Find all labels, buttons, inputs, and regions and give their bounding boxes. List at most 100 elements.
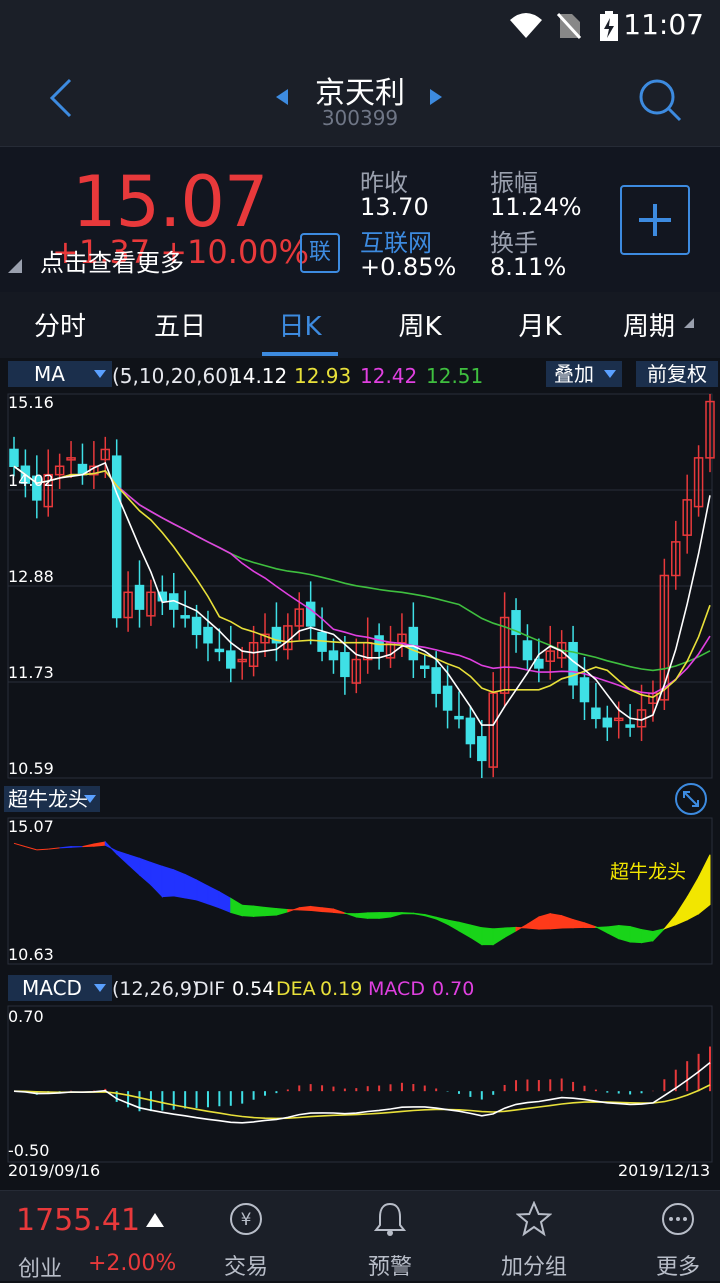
ma10-value: 12.93 [294, 364, 352, 388]
candle [522, 640, 533, 661]
candle [477, 736, 487, 762]
ribbon-segment [264, 906, 277, 917]
ma-select[interactable]: MA [8, 361, 112, 387]
period-tabs: 分时 五日 日K 周K 月K 周期 [0, 292, 720, 359]
dea-value: 0.19 [320, 978, 363, 1000]
stock-header: 京天利 300399 [0, 52, 720, 146]
ribbon-segment [469, 924, 483, 946]
ribbon-segment [652, 927, 666, 942]
ribbon-segment [492, 927, 506, 946]
next-stock-icon[interactable] [428, 88, 444, 106]
active-tab-indicator [262, 352, 338, 356]
nav-add-group-label: 加分组 [500, 1255, 567, 1280]
nav-more[interactable]: 更多 [618, 1201, 720, 1281]
ribbon-segment [435, 916, 449, 925]
macd-params: (12,26,9) [112, 978, 200, 1000]
index-value[interactable]: 1755.41 [16, 1203, 140, 1238]
macd-bottom-label: -0.50 [8, 1141, 49, 1160]
ribbon-segment [698, 854, 711, 915]
macd-select[interactable]: MACD [8, 975, 112, 1001]
ribbon-segment [13, 842, 26, 848]
ribbon-segment [412, 912, 426, 917]
tab-minute[interactable]: 分时 [0, 306, 120, 343]
candle [226, 650, 236, 669]
quote-panel: 15.07 +1.37 +10.00% 点击查看更多 联 昨收 13.70 互联… [0, 146, 720, 293]
nav-trade-label: 交易 [223, 1255, 268, 1280]
add-watchlist-button[interactable] [620, 185, 690, 255]
ribbon-segment [332, 908, 346, 915]
ma5-value: 14.12 [230, 364, 288, 388]
nav-add-group[interactable]: 加分组 [474, 1201, 594, 1281]
more-tip[interactable]: 点击查看更多 [40, 243, 184, 278]
candle [534, 658, 544, 669]
candle [191, 616, 202, 636]
tab-five-day[interactable]: 五日 [120, 306, 240, 343]
ribbon-segment [139, 857, 152, 886]
yen-icon: ¥ [230, 1203, 262, 1235]
tab-day-k[interactable]: 日K [240, 306, 360, 343]
dif-label: DIF [194, 978, 226, 1000]
macd-value: 0.70 [432, 978, 475, 1000]
chevron-down-icon [94, 370, 106, 378]
y-label-4: 11.73 [8, 663, 54, 682]
corner-triangle-icon [8, 259, 22, 273]
svg-text:¥: ¥ [241, 1210, 252, 1230]
related-badge[interactable]: 联 [300, 233, 340, 273]
y-label-top: 15.16 [8, 393, 54, 412]
prev-close-value: 13.70 [360, 193, 429, 221]
kline-chart[interactable]: 15.16 14.02 12.88 11.73 10.59 [0, 392, 720, 782]
bottom-nav: 1755.41 创业 +2.00% ¥ 交易 预警 加分组 更多 [0, 1190, 720, 1282]
signal-indicator-select[interactable]: 超牛龙头 [4, 786, 100, 812]
ribbon-segment [538, 913, 551, 930]
expand-icon[interactable] [674, 782, 708, 816]
signal-top-label: 15.07 [8, 817, 54, 836]
candle [328, 650, 339, 661]
chevron-down-icon [94, 984, 106, 992]
ribbon-segment [390, 912, 403, 918]
ma60-value: 12.51 [426, 364, 484, 388]
ribbon-segment [241, 904, 255, 917]
candle [180, 615, 190, 619]
ribbon-segment [583, 922, 597, 928]
candle [420, 665, 430, 669]
nav-more-label: 更多 [655, 1255, 700, 1280]
ribbon-segment [481, 927, 494, 946]
index-change: +2.00% [88, 1251, 177, 1276]
candle [431, 667, 441, 694]
overlay-select[interactable]: 叠加 [546, 361, 622, 387]
ribbon-segment [549, 913, 563, 930]
ma-select-label: MA [34, 362, 65, 386]
ribbon-segment [458, 921, 471, 939]
search-icon[interactable] [636, 76, 682, 122]
ribbon-segment [424, 913, 437, 920]
candle [9, 448, 19, 468]
tab-month-k[interactable]: 月K [480, 306, 600, 343]
nav-alert[interactable]: 预警 [330, 1201, 450, 1281]
ma-indicator-bar: MA (5,10,20,60) 14.12 12.93 12.42 12.51 … [0, 358, 720, 392]
signal-annotation: 超牛龙头 [610, 861, 686, 883]
ribbon-segment [287, 907, 300, 913]
ribbon-segment [48, 847, 60, 850]
ribbon-segment [662, 913, 677, 930]
ribbon-segment [93, 841, 106, 847]
tab-week-k[interactable]: 周K [360, 306, 480, 343]
signal-chart[interactable]: 15.07 10.63 超牛龙头 [0, 816, 720, 966]
candle [305, 601, 316, 627]
y-label-3: 12.88 [8, 567, 54, 586]
ribbon-segment [127, 853, 141, 877]
amplitude-value: 11.24% [490, 193, 582, 221]
ribbon-segment [207, 885, 220, 909]
macd-chart[interactable]: 0.70 -0.50 2019/09/16 2019/12/13 [0, 1004, 720, 1184]
candle [408, 626, 419, 661]
ribbon-segment [321, 907, 334, 913]
signal-bottom-label: 10.63 [8, 945, 54, 964]
ribbon-segment [526, 916, 540, 930]
ribbon-segment [298, 905, 312, 911]
chevron-down-icon [604, 370, 616, 378]
ribbon-segment [355, 912, 369, 919]
nav-trade[interactable]: ¥ 交易 [186, 1201, 306, 1281]
nav-alert-label: 预警 [367, 1255, 412, 1280]
candle [591, 707, 601, 720]
ma-params: (5,10,20,60) [112, 364, 236, 388]
adjust-select[interactable]: 前复权 [636, 361, 718, 387]
